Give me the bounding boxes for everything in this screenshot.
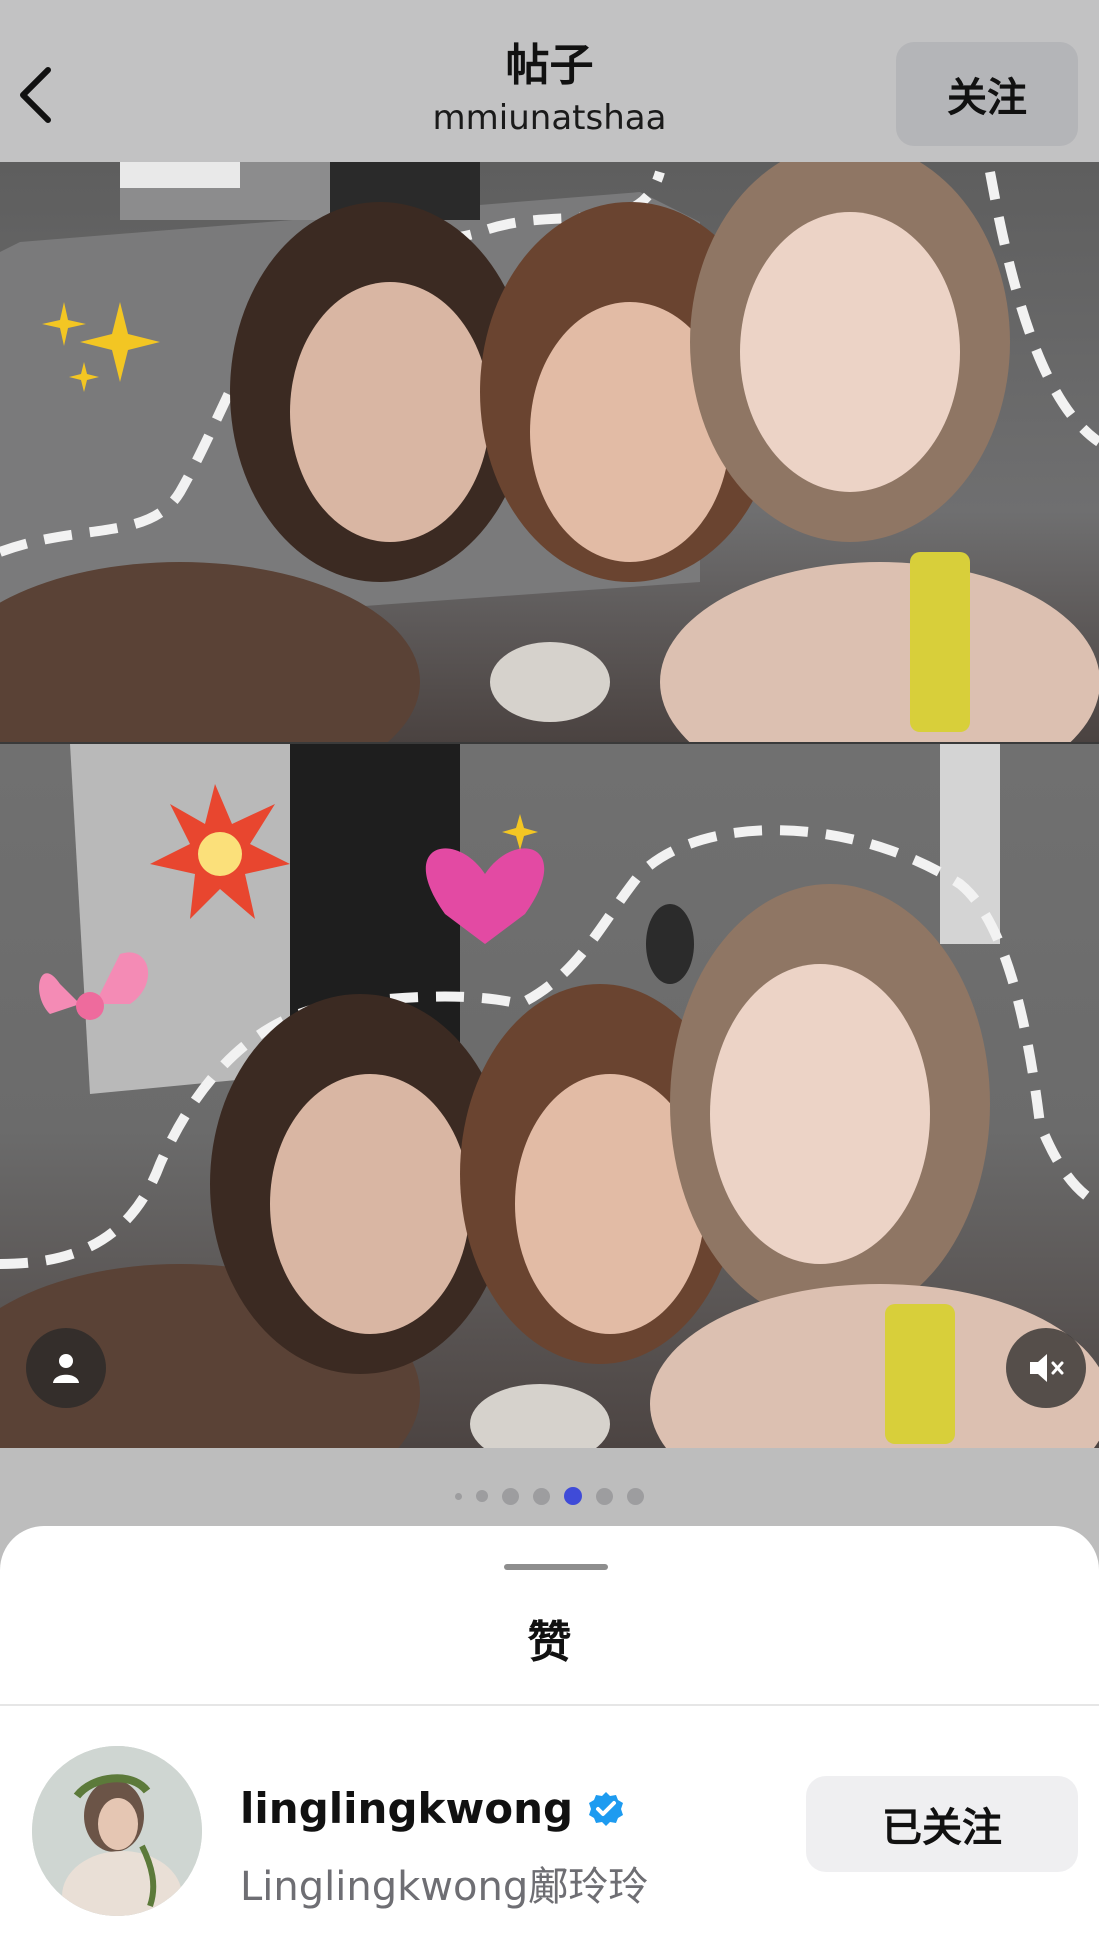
liker-row[interactable]: linglingkwong Linglingkwong鄺玲玲 已关注	[0, 1744, 1099, 1920]
pager-dot	[564, 1487, 582, 1505]
liker-username-line[interactable]: linglingkwong	[240, 1784, 625, 1833]
photo-panel-bottom	[0, 744, 1099, 1448]
liker-username[interactable]: linglingkwong	[240, 1784, 573, 1833]
person-icon	[53, 1354, 79, 1383]
following-button[interactable]: 已关注	[806, 1776, 1078, 1872]
divider	[0, 1704, 1099, 1706]
tagged-people-button[interactable]	[26, 1328, 106, 1408]
likes-sheet: 赞 linglingkwong Linglingkwong鄺玲玲 已关注	[0, 1526, 1099, 1954]
photo-panel-top	[0, 162, 1099, 744]
mute-toggle-button[interactable]	[1006, 1328, 1086, 1408]
sheet-title: 赞	[527, 1617, 572, 1668]
verified-badge-icon	[589, 1791, 624, 1826]
pager-dot	[596, 1487, 613, 1505]
photo-bottom-illustration	[0, 744, 1099, 1448]
liker-full-name: Linglingkwong鄺玲玲	[240, 1864, 649, 1910]
pager-dot	[533, 1487, 550, 1505]
avatar-image	[32, 1746, 202, 1916]
pager-dot	[627, 1487, 644, 1505]
pager-dot	[502, 1487, 519, 1505]
pager-dot	[476, 1490, 488, 1502]
post-media[interactable]	[0, 162, 1099, 1448]
pager-dot	[455, 1492, 462, 1500]
follow-button[interactable]: 关注	[896, 42, 1078, 146]
carousel-pager	[0, 1486, 1099, 1506]
avatar[interactable]	[32, 1746, 202, 1916]
speaker-muted-icon	[1030, 1354, 1064, 1382]
top-bar: 帖子 mmiunatshaa 关注	[0, 0, 1099, 162]
sheet-drag-handle[interactable]	[504, 1564, 608, 1570]
photo-top-illustration	[0, 162, 1099, 744]
